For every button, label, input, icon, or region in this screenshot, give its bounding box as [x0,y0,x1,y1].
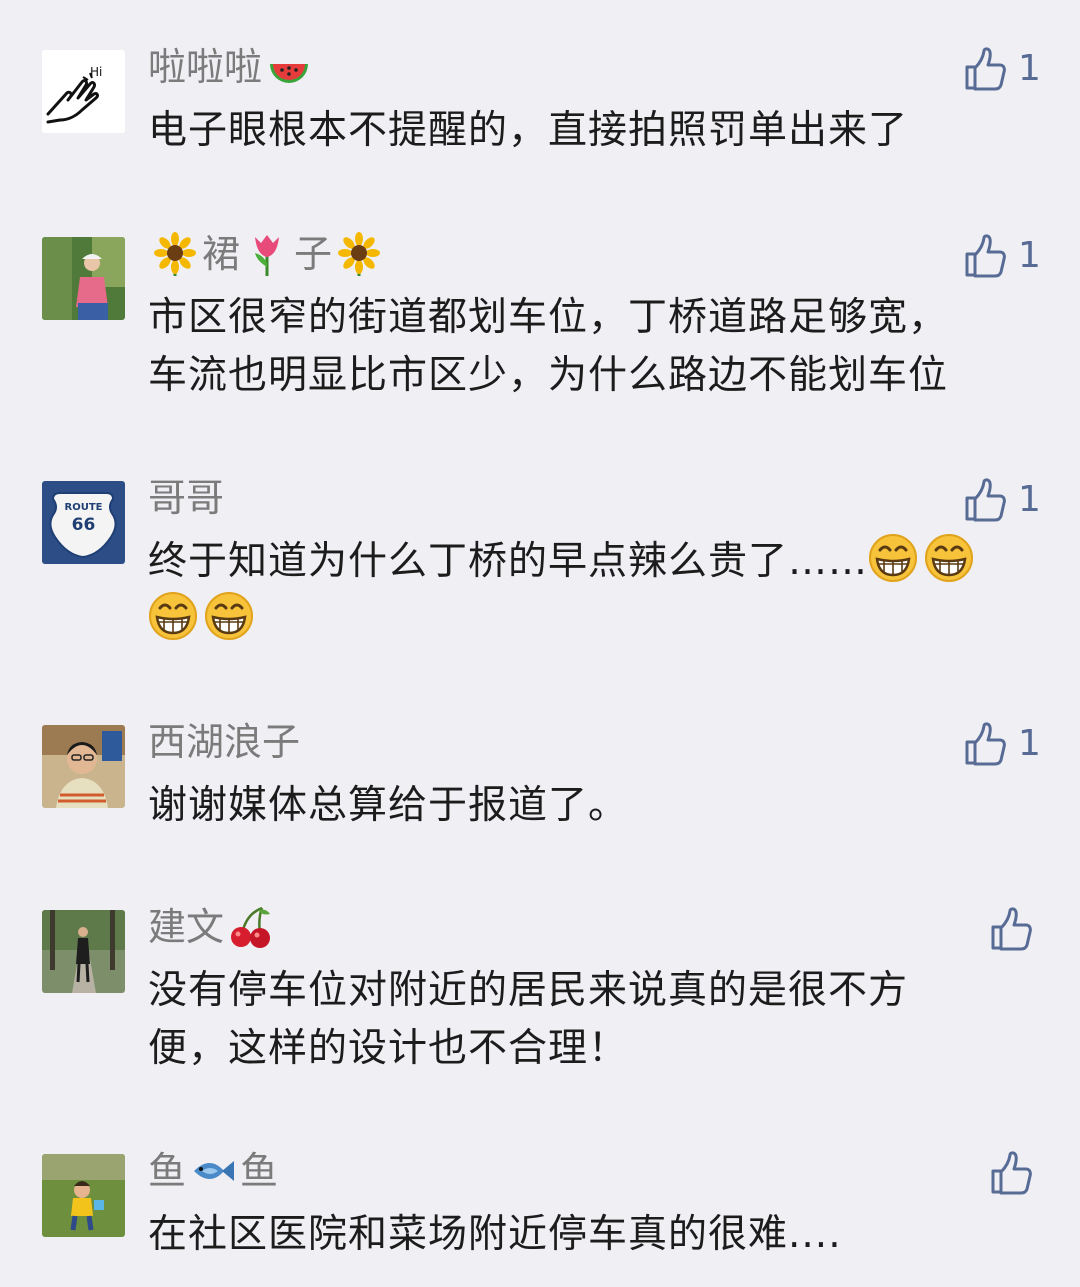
watermelon-icon [266,44,312,90]
comment-text: 在社区医院和菜场附近停车真的很难.... [148,1212,842,1257]
thumbs-up-icon [990,907,1032,951]
comment-text: 谢谢媒体总算给于报道了。 [148,783,629,828]
like-button[interactable]: 1 [964,46,1041,92]
username[interactable]: 西湖浪子 [148,717,300,767]
sunflower-icon [152,231,198,277]
username[interactable]: 哥哥 [148,473,224,523]
like-button[interactable] [990,906,1032,952]
like-button[interactable]: 1 [964,233,1041,279]
grin-icon [204,591,254,641]
thumbs-up-icon [964,478,1006,522]
avatar[interactable]: Hi [42,50,125,133]
username[interactable]: 啦啦啦 [148,42,316,92]
username[interactable]: 裙 子 [148,229,386,279]
thumbs-up-icon [990,1151,1032,1195]
avatar[interactable]: ROUTE 66 [42,481,125,564]
like-count: 1 [1018,235,1041,276]
fish-icon [190,1148,236,1194]
comment-text: 市区很窄的街道都划车位，丁桥道路足够宽， 车流也明显比市区少，为什么路边不能划车… [148,295,949,398]
username[interactable]: 建文 [148,902,278,952]
grin-icon [148,591,198,641]
avatar[interactable] [42,910,125,993]
avatar-sign-number: 66 [72,515,96,535]
avatar[interactable] [42,237,125,320]
thumbs-up-icon [964,234,1006,278]
grin-icon [868,533,918,583]
comment-text: 电子眼根本不提醒的，直接拍照罚单出来了 [148,108,909,153]
like-count: 1 [1018,48,1041,89]
comment-text: 终于知道为什么丁桥的早点辣么贵了…… [148,533,980,649]
like-count: 1 [1018,479,1041,520]
like-count: 1 [1018,723,1041,764]
avatar[interactable] [42,1154,125,1237]
tulip-icon [244,231,290,277]
like-button[interactable]: 1 [964,477,1041,523]
sunflower-icon [336,231,382,277]
thumbs-up-icon [964,47,1006,91]
username[interactable]: 鱼 鱼 [148,1146,278,1196]
avatar-sign-top: ROUTE [65,502,103,513]
thumbs-up-icon [964,722,1006,766]
cherry-icon [228,904,274,950]
grin-icon [924,533,974,583]
like-button[interactable]: 1 [964,721,1041,767]
avatar[interactable] [42,725,125,808]
like-button[interactable] [990,1150,1032,1196]
comment-text: 没有停车位对附近的居民来说真的是很不方 便，这样的设计也不合理！ [148,968,909,1071]
